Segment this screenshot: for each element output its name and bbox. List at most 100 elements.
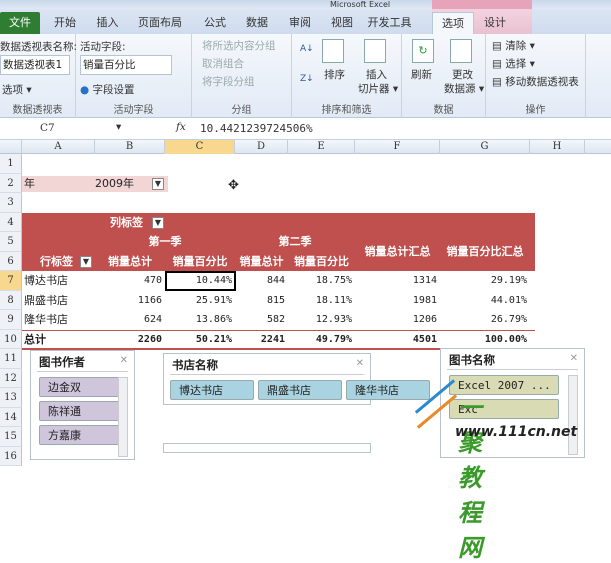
pivot-value: 844 xyxy=(266,275,285,286)
row-header-4[interactable]: 4 xyxy=(0,212,22,232)
clear-filter-icon[interactable]: ✕ xyxy=(356,358,364,369)
row-header-8[interactable]: 8 xyxy=(0,290,22,310)
formula-input[interactable]: 10.4421239724506% xyxy=(200,122,313,135)
active-field-input[interactable]: 销量百分比 xyxy=(80,55,172,75)
sort-asc-icon[interactable]: A↓ xyxy=(300,44,314,54)
column-headers: ABCDEFGH xyxy=(0,140,611,154)
slicer-partial xyxy=(163,443,371,453)
pivot-value: 44.01% xyxy=(490,294,527,306)
options-button[interactable]: 选项 ▾ xyxy=(2,82,32,97)
column-filter-icon[interactable]: ▼ xyxy=(152,216,164,229)
row-header-3[interactable]: 3 xyxy=(0,193,22,213)
row-header-6[interactable]: 6 xyxy=(0,251,22,271)
pivot-col-header: 销量总计汇总 xyxy=(364,245,431,258)
group-sort: A↓ Z↓ 排序 插入 切片器 ▾ 排序和筛选 xyxy=(292,34,402,118)
slicer-item[interactable]: 边金双 xyxy=(39,377,121,397)
tab-7[interactable]: 视图 xyxy=(322,12,362,34)
select-label: 选择 ▾ xyxy=(505,58,535,70)
clear-button[interactable]: ▤ 清除 ▾ xyxy=(492,38,535,53)
slicer-title: 图书作者 xyxy=(39,355,85,369)
pivot-col-header: 销量总计 xyxy=(239,254,284,268)
column-header-G[interactable]: G xyxy=(440,140,530,154)
slicer-item[interactable]: 陈祥通 xyxy=(39,401,121,421)
tab-4[interactable]: 公式 xyxy=(195,12,235,34)
pivot-value: 2241 xyxy=(260,333,285,345)
group-field-button[interactable]: 将字段分组 xyxy=(202,74,255,89)
slicer-scrollbar[interactable] xyxy=(118,377,128,457)
column-header-B[interactable]: B xyxy=(95,140,165,154)
tab-8[interactable]: 开发工具 xyxy=(362,12,417,34)
tab-6[interactable]: 审阅 xyxy=(280,12,320,34)
pivot-name-input[interactable]: 数据透视表1 xyxy=(0,55,70,75)
row-filter-icon[interactable]: ▼ xyxy=(80,255,92,268)
clear-filter-icon[interactable]: ✕ xyxy=(120,355,128,366)
slicer-title: 书店名称 xyxy=(172,358,218,372)
slicer-item[interactable]: 鼎盛书店 xyxy=(258,380,342,400)
fx-icon[interactable]: fx xyxy=(176,121,186,133)
move-pivot-button[interactable]: ▤ 移动数据透视表 xyxy=(492,74,579,89)
row-header-13[interactable]: 13 xyxy=(0,388,22,408)
column-header-E[interactable]: E xyxy=(288,140,355,154)
tab-3[interactable]: 页面布局 xyxy=(130,12,190,34)
column-header-D[interactable]: D xyxy=(235,140,288,154)
refresh-button[interactable]: 刷新 xyxy=(411,67,432,82)
change-source-label: 数据源 ▾ xyxy=(444,83,485,95)
row-header-7[interactable]: 7 xyxy=(0,271,22,291)
sort-icon[interactable] xyxy=(322,39,344,63)
slicer-item[interactable]: 博达书店 xyxy=(170,380,254,400)
pivot-value: 624 xyxy=(143,314,162,325)
tab-9[interactable]: 选项 xyxy=(432,12,474,34)
pivot-value: 29.19% xyxy=(490,275,527,286)
column-header-H[interactable]: H xyxy=(530,140,585,154)
tab-2[interactable]: 插入 xyxy=(85,12,130,34)
clear-filter-icon[interactable]: ✕ xyxy=(570,353,578,364)
group-selection-button[interactable]: 将所选内容分组 xyxy=(202,38,276,53)
column-header-C[interactable]: C xyxy=(165,140,235,154)
row-header-11[interactable]: 11 xyxy=(0,349,22,369)
field-settings-button[interactable]: ● 字段设置 xyxy=(80,82,135,97)
group-label: 活动字段 xyxy=(113,105,154,116)
row-header-9[interactable]: 9 xyxy=(0,310,22,330)
tab-1[interactable]: 开始 xyxy=(45,12,85,34)
change-source-button[interactable]: 更改 xyxy=(452,67,473,82)
row-header-14[interactable]: 14 xyxy=(0,407,22,427)
pivot-col-header: 销量百分比汇总 xyxy=(446,245,524,258)
filter-icon[interactable]: ▼ xyxy=(152,177,164,190)
column-header-F[interactable]: F xyxy=(355,140,440,154)
tab-10[interactable]: 设计 xyxy=(474,12,516,34)
pivot-value: 50.21% xyxy=(195,333,232,345)
row-header-16[interactable]: 16 xyxy=(0,446,22,466)
row-header-15[interactable]: 15 xyxy=(0,427,22,447)
group-label: 数据透视表 xyxy=(12,105,63,116)
pivot-col-header: 销量百分比 xyxy=(294,254,349,268)
data-source-icon[interactable] xyxy=(450,39,472,63)
row-header-12[interactable]: 12 xyxy=(0,368,22,388)
slicer-author: 图书作者 ✕ 边金双陈祥通方嘉康 xyxy=(30,350,135,460)
slicer-scrollbar[interactable] xyxy=(568,375,578,455)
slicer-icon[interactable] xyxy=(364,39,386,63)
name-box-dropdown[interactable]: ▾ xyxy=(116,121,121,133)
select-button[interactable]: ▤ 选择 ▾ xyxy=(492,56,535,71)
active-cell[interactable] xyxy=(165,271,236,291)
sort-button[interactable]: 排序 xyxy=(324,67,345,82)
column-header-A[interactable]: A xyxy=(22,140,95,154)
row-header-10[interactable]: 10 xyxy=(0,329,22,349)
ungroup-button[interactable]: 取消组合 xyxy=(202,56,244,71)
row-label: 鼎盛书店 xyxy=(24,293,68,307)
sort-desc-icon[interactable]: Z↓ xyxy=(300,74,314,84)
pivot-value: 26.79% xyxy=(490,314,527,325)
slicer-item[interactable]: 隆华书店 xyxy=(346,380,430,400)
refresh-icon[interactable]: ↻ xyxy=(412,39,434,63)
watermark-logo: 一聚教程网 xyxy=(458,388,482,563)
row-header-1[interactable]: 1 xyxy=(0,154,22,174)
formula-bar: C7 ▾ fx 10.4421239724506% xyxy=(0,118,611,140)
tab-0[interactable]: 文件 xyxy=(0,12,40,34)
slicer-item[interactable]: 方嘉康 xyxy=(39,425,121,445)
insert-slicer-button[interactable]: 插入 xyxy=(366,67,387,82)
row-header-2[interactable]: 2 xyxy=(0,173,22,193)
row-header-5[interactable]: 5 xyxy=(0,232,22,252)
tab-5[interactable]: 数据 xyxy=(237,12,277,34)
name-box[interactable]: C7 xyxy=(40,122,55,134)
select-all[interactable] xyxy=(0,140,22,154)
slicer-divider xyxy=(37,371,128,372)
